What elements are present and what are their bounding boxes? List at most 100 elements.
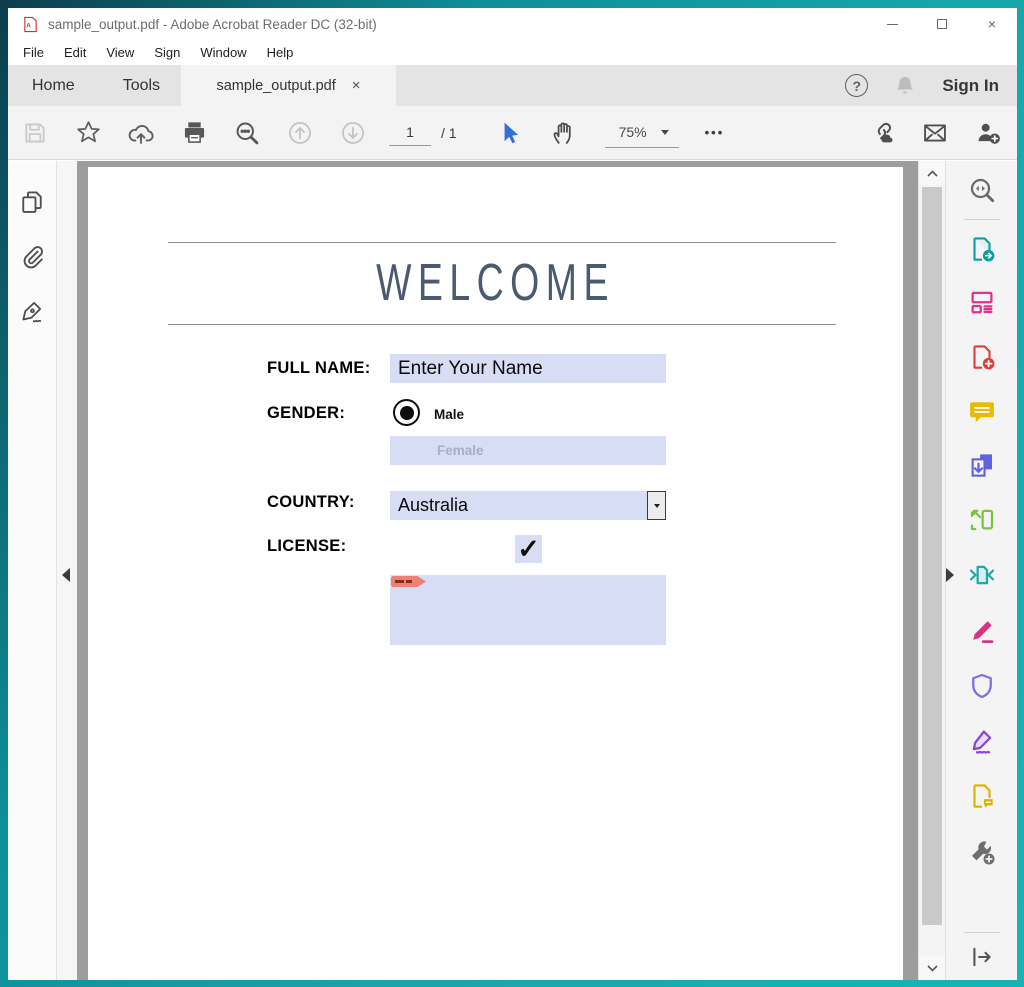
gender-male-radio[interactable] bbox=[393, 399, 420, 426]
create-pdf-button[interactable] bbox=[964, 339, 1000, 375]
comment-button[interactable] bbox=[964, 393, 1000, 429]
close-icon: × bbox=[988, 16, 996, 32]
sign-in-button[interactable]: Sign In bbox=[942, 76, 999, 96]
menu-edit[interactable]: Edit bbox=[54, 40, 96, 65]
zoom-control[interactable]: 75% bbox=[605, 118, 679, 148]
chevron-down-icon bbox=[661, 130, 669, 135]
previous-page-button[interactable] bbox=[283, 116, 317, 150]
send-for-comments-icon bbox=[967, 781, 997, 811]
crop-pages-button[interactable] bbox=[964, 501, 1000, 537]
star-button[interactable] bbox=[71, 116, 105, 150]
tag-text-mark bbox=[406, 580, 412, 583]
compress-pdf-button[interactable] bbox=[964, 557, 1000, 593]
signatures-button[interactable] bbox=[14, 294, 50, 330]
select-tool-button[interactable] bbox=[493, 116, 527, 150]
combine-files-button[interactable] bbox=[964, 447, 1000, 483]
tools-panel bbox=[945, 161, 1017, 980]
signature-field[interactable] bbox=[390, 575, 666, 645]
collapse-right-arrow-icon[interactable] bbox=[946, 568, 954, 582]
menu-view[interactable]: View bbox=[96, 40, 144, 65]
maximize-icon bbox=[937, 19, 947, 29]
maximize-button[interactable] bbox=[917, 8, 967, 40]
tab-home[interactable]: Home bbox=[8, 65, 99, 106]
tab-document[interactable]: sample_output.pdf × bbox=[181, 65, 396, 106]
fill-and-sign-button[interactable] bbox=[964, 613, 1000, 649]
pointer-arrow-icon bbox=[497, 120, 523, 146]
tag-text-mark bbox=[395, 580, 404, 583]
more-options-button[interactable]: ••• bbox=[705, 125, 725, 140]
menu-sign[interactable]: Sign bbox=[144, 40, 190, 65]
full-name-label: FULL NAME: bbox=[267, 359, 371, 378]
add-user-button[interactable] bbox=[971, 116, 1005, 150]
attachments-button[interactable] bbox=[14, 239, 50, 275]
minimize-button[interactable] bbox=[867, 8, 917, 40]
pdf-page: WELCOME FULL NAME: Enter Your Name GENDE… bbox=[88, 167, 903, 980]
menu-bar: File Edit View Sign Window Help bbox=[8, 40, 1017, 65]
share-link-button[interactable] bbox=[865, 116, 899, 150]
search-tools-button[interactable] bbox=[964, 172, 1000, 208]
request-signatures-button[interactable] bbox=[964, 723, 1000, 759]
left-panel-toggle[interactable] bbox=[57, 161, 77, 980]
close-button[interactable]: × bbox=[967, 8, 1017, 40]
license-checkbox[interactable]: ✓ bbox=[515, 535, 542, 563]
zoom-value: 75% bbox=[619, 124, 647, 140]
save-button[interactable] bbox=[18, 116, 52, 150]
minimize-icon bbox=[887, 24, 898, 25]
signature-pen-icon bbox=[18, 298, 46, 326]
page-thumbnails-button[interactable] bbox=[14, 184, 50, 220]
country-dropdown[interactable]: Australia bbox=[390, 491, 647, 520]
gender-female-field[interactable]: Female bbox=[390, 436, 666, 465]
desktop: { "window": { "title": "sample_output.pd… bbox=[0, 0, 1024, 987]
share-cloud-button[interactable] bbox=[124, 116, 158, 150]
email-button[interactable] bbox=[918, 116, 952, 150]
search-magnifier-icon bbox=[233, 119, 261, 147]
panel-divider bbox=[964, 932, 1000, 933]
tab-tools[interactable]: Tools bbox=[99, 65, 184, 106]
menu-window[interactable]: Window bbox=[190, 40, 256, 65]
hand-tool-button[interactable] bbox=[546, 116, 580, 150]
save-icon bbox=[22, 120, 48, 146]
open-tools-panel-button[interactable] bbox=[964, 939, 1000, 975]
country-dropdown-button[interactable] bbox=[647, 491, 666, 520]
link-share-icon bbox=[868, 119, 896, 147]
divider-line bbox=[168, 242, 836, 243]
combine-files-icon bbox=[967, 450, 997, 480]
printer-icon bbox=[181, 119, 208, 146]
tab-close-icon[interactable]: × bbox=[352, 77, 361, 94]
help-button[interactable]: ? bbox=[845, 74, 868, 97]
vertical-scrollbar[interactable] bbox=[918, 161, 945, 980]
document-pane[interactable]: WELCOME FULL NAME: Enter Your Name GENDE… bbox=[77, 161, 918, 980]
search-button[interactable] bbox=[230, 116, 264, 150]
panel-divider bbox=[964, 219, 1000, 220]
next-page-button[interactable] bbox=[336, 116, 370, 150]
main-area: WELCOME FULL NAME: Enter Your Name GENDE… bbox=[8, 161, 1017, 980]
collapse-left-arrow-icon bbox=[62, 568, 70, 582]
send-for-comments-button[interactable] bbox=[964, 778, 1000, 814]
hand-icon bbox=[549, 119, 577, 147]
request-signatures-icon bbox=[967, 726, 997, 756]
tab-bar: Home Tools sample_output.pdf × ? Sign In bbox=[8, 65, 1017, 106]
protect-button[interactable] bbox=[964, 668, 1000, 704]
organize-pages-button[interactable] bbox=[964, 283, 1000, 319]
scrollbar-thumb[interactable] bbox=[922, 187, 942, 925]
svg-text:A: A bbox=[26, 22, 31, 29]
search-tools-icon bbox=[967, 175, 997, 205]
document-tab-label: sample_output.pdf bbox=[216, 78, 335, 94]
acrobat-window: A sample_output.pdf - Adobe Acrobat Read… bbox=[8, 8, 1017, 980]
print-button[interactable] bbox=[177, 116, 211, 150]
crop-pages-icon bbox=[967, 504, 997, 534]
scroll-up-button[interactable] bbox=[919, 161, 945, 185]
page-thumbnails-icon bbox=[18, 188, 46, 216]
menu-help[interactable]: Help bbox=[257, 40, 304, 65]
page-number-input[interactable]: 1 bbox=[389, 120, 431, 146]
form-title: WELCOME bbox=[202, 253, 789, 313]
scroll-down-button[interactable] bbox=[919, 956, 945, 980]
more-tools-button[interactable] bbox=[964, 834, 1000, 870]
bell-icon bbox=[894, 74, 916, 98]
notifications-button[interactable] bbox=[894, 74, 916, 98]
full-name-field[interactable]: Enter Your Name bbox=[390, 354, 666, 383]
export-pdf-button[interactable] bbox=[964, 231, 1000, 267]
title-bar: A sample_output.pdf - Adobe Acrobat Read… bbox=[8, 8, 1017, 40]
menu-file[interactable]: File bbox=[13, 40, 54, 65]
page-down-icon bbox=[339, 119, 367, 147]
